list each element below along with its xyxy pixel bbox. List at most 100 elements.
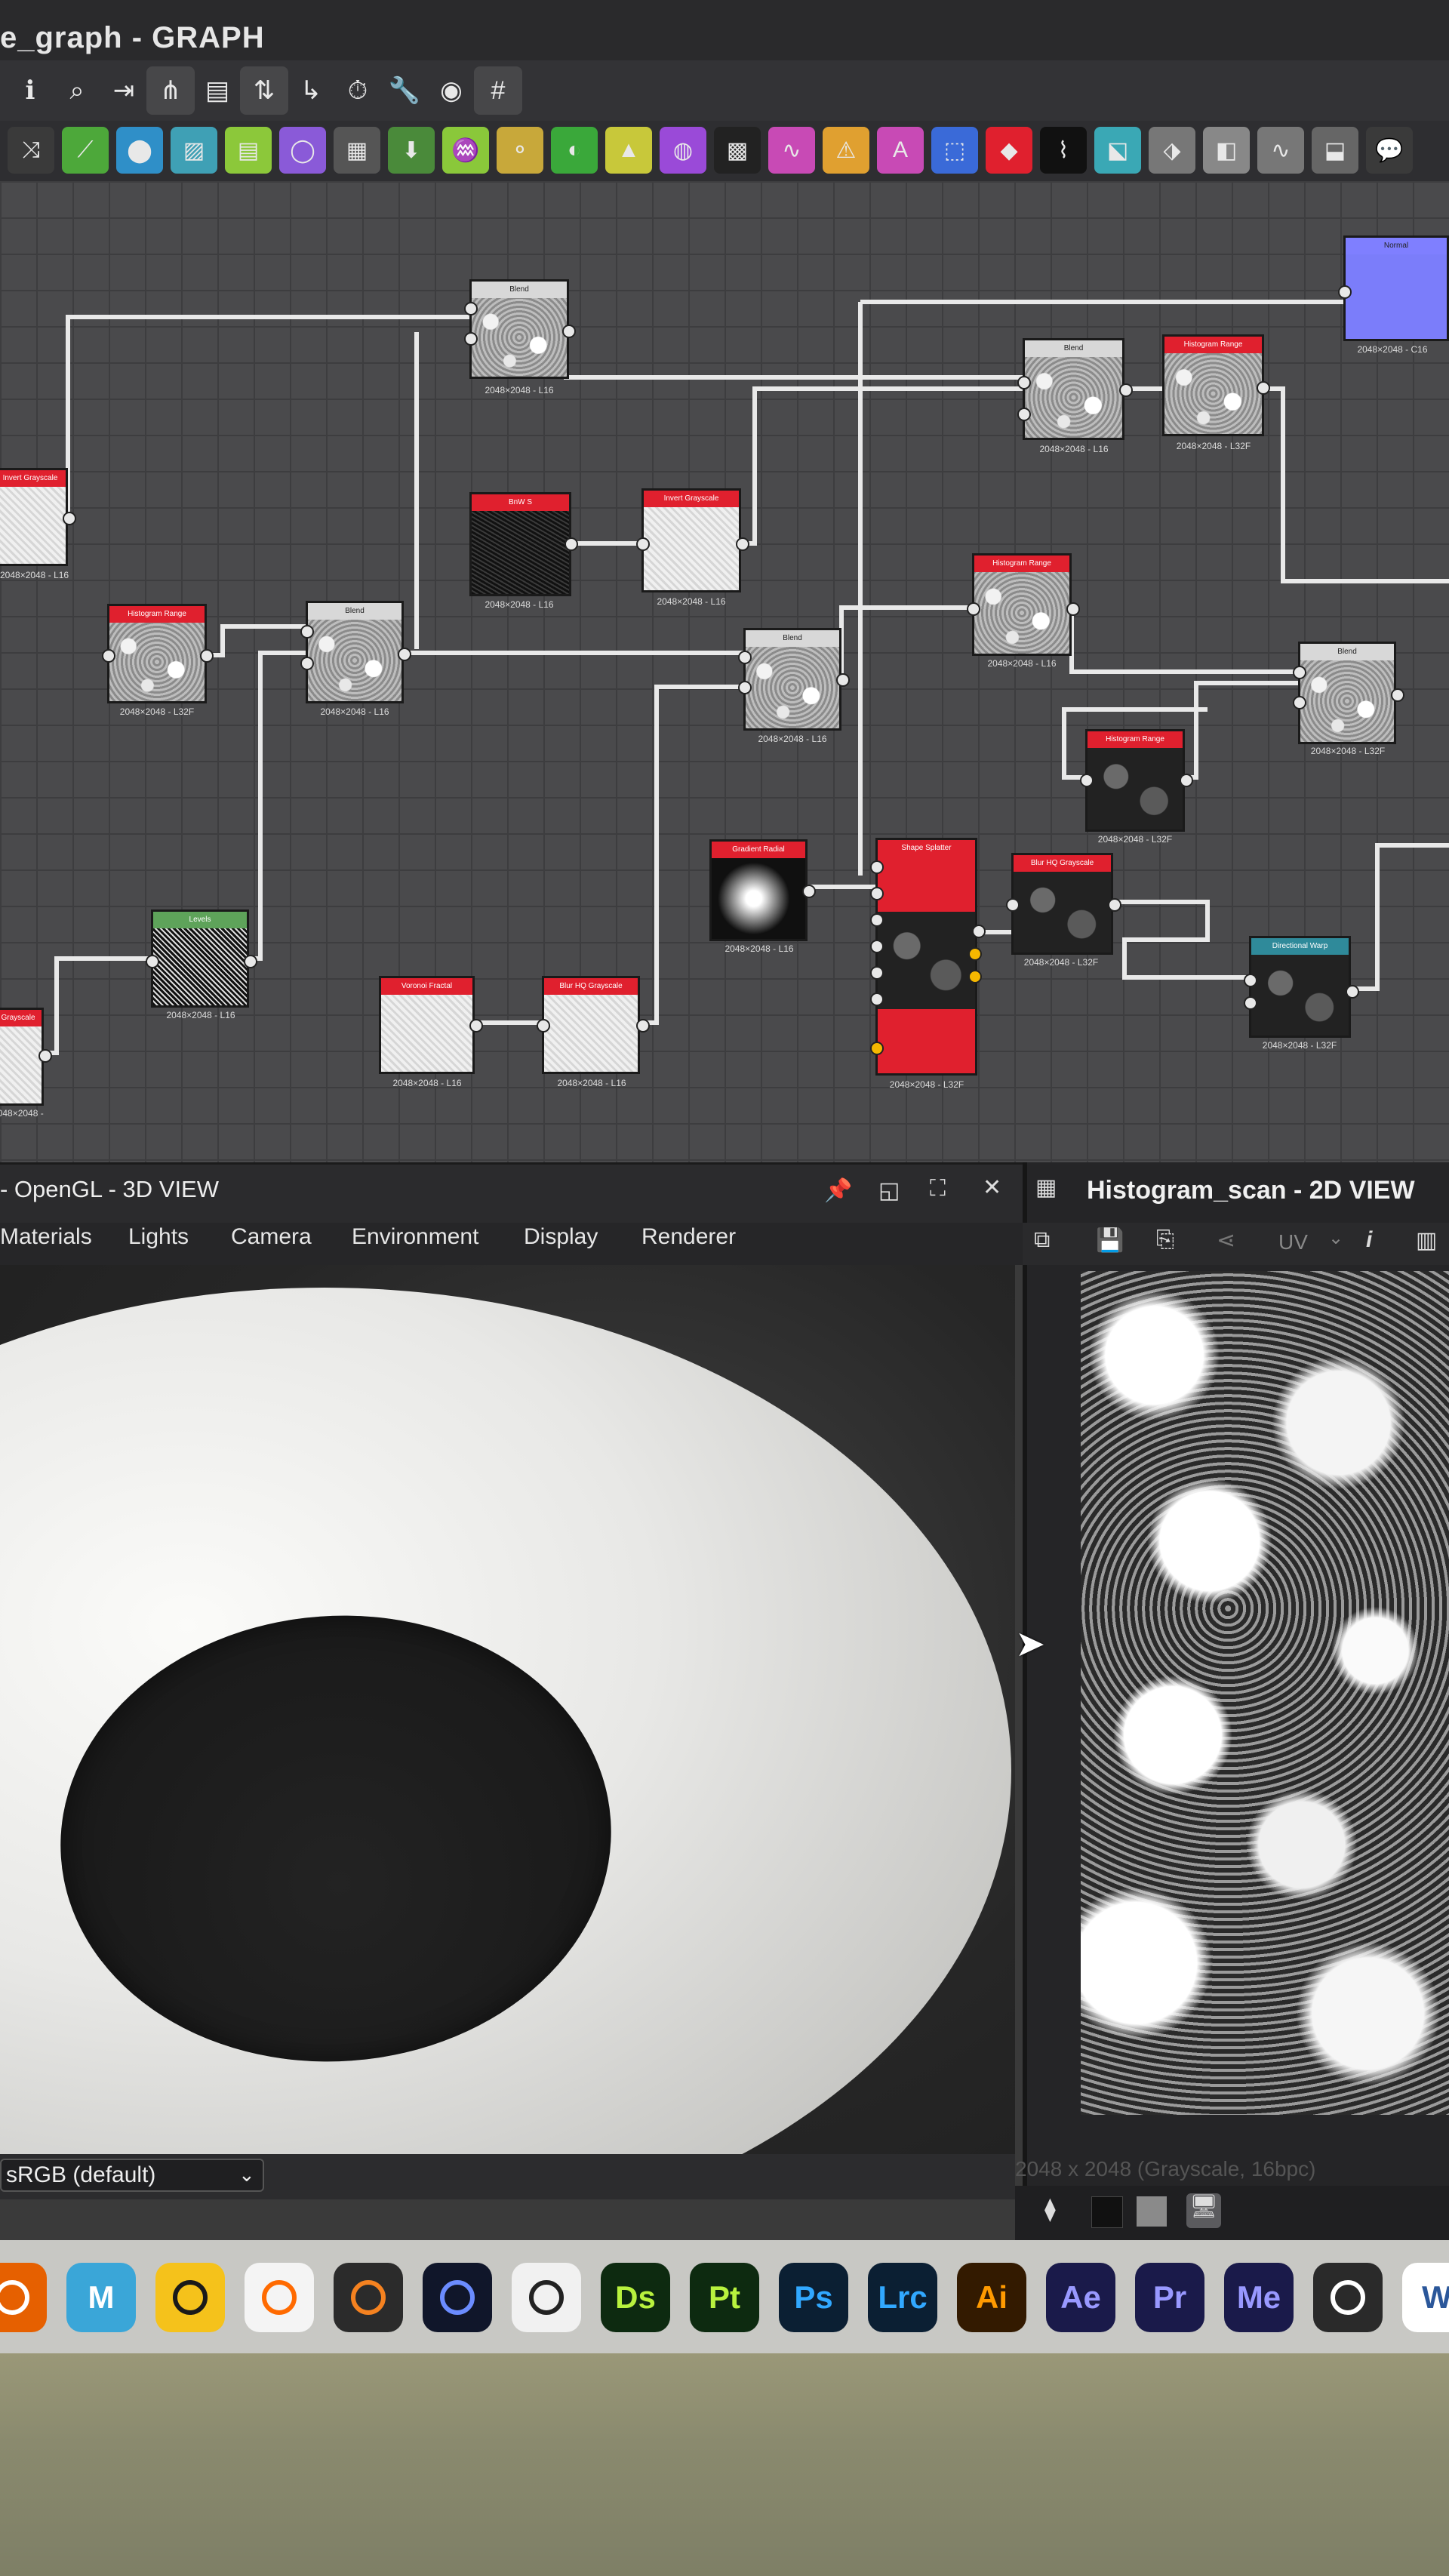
node-port[interactable] xyxy=(636,1019,650,1033)
info-icon[interactable]: i xyxy=(1366,1227,1372,1253)
display-icon[interactable]: ⧉ xyxy=(1034,1227,1050,1253)
node-port[interactable] xyxy=(972,925,986,938)
node-port[interactable] xyxy=(802,885,816,898)
graph-node[interactable]: Directional Warp xyxy=(1249,936,1351,1038)
premiere-icon[interactable]: Pr xyxy=(1135,2263,1204,2332)
uv-dropdown[interactable]: UV xyxy=(1278,1230,1308,1254)
align-icon[interactable]: ⇅ xyxy=(240,66,288,115)
node-port[interactable] xyxy=(636,537,650,551)
close-icon[interactable]: ✕ xyxy=(983,1174,1001,1201)
frame-icon[interactable]: ⇥ xyxy=(100,66,148,115)
graph-node[interactable]: Voronoi Fractal xyxy=(379,976,475,1074)
graph-node[interactable]: Histogram Range xyxy=(1085,729,1185,832)
painter-icon[interactable]: Pt xyxy=(690,2263,759,2332)
circle-icon[interactable]: ◯ xyxy=(279,127,326,174)
node-port[interactable] xyxy=(1066,602,1080,616)
triangle-icon[interactable]: ⚠ xyxy=(823,127,869,174)
node-port[interactable] xyxy=(1080,774,1094,787)
menu-lights[interactable]: Lights xyxy=(128,1224,189,1250)
graph-node[interactable]: Gradient Radial xyxy=(709,839,808,941)
monitor-icon[interactable]: 🖥 xyxy=(1186,2193,1221,2228)
node-port[interactable] xyxy=(736,537,749,551)
shuffle-icon[interactable]: ⤨ xyxy=(8,127,54,174)
zbrush-icon[interactable] xyxy=(512,2263,581,2332)
curve2-icon[interactable]: ∿ xyxy=(1257,127,1304,174)
text-icon[interactable]: A xyxy=(877,127,924,174)
graph-node[interactable]: Grayscale xyxy=(0,1008,44,1106)
value-icon[interactable]: ⌇ xyxy=(1040,127,1087,174)
cinema4d-icon[interactable] xyxy=(423,2263,492,2332)
contrast-icon[interactable]: ◐ xyxy=(551,127,598,174)
node-port[interactable] xyxy=(1346,985,1359,999)
graph-node[interactable]: Blur HQ Grayscale xyxy=(542,976,640,1074)
hue-icon[interactable]: ◍ xyxy=(660,127,706,174)
node-port[interactable] xyxy=(146,955,159,968)
node-port[interactable] xyxy=(870,1042,884,1055)
menu-environment[interactable]: Environment xyxy=(352,1224,478,1250)
lightroom-icon[interactable]: Lrc xyxy=(868,2263,937,2332)
node-port[interactable] xyxy=(469,1019,483,1033)
graph-node[interactable]: Shape Splatter xyxy=(875,838,977,1076)
illustrator-icon[interactable]: Ai xyxy=(957,2263,1026,2332)
node-port[interactable] xyxy=(1391,688,1404,702)
blend-icon[interactable]: ◧ xyxy=(1203,127,1250,174)
node-port[interactable] xyxy=(562,325,576,338)
node-port[interactable] xyxy=(836,673,850,687)
node-port[interactable] xyxy=(738,651,752,664)
photoshop-icon[interactable]: Ps xyxy=(779,2263,848,2332)
camera-icon[interactable]: ◉ xyxy=(427,66,475,115)
colorspace-select[interactable]: sRGB (default) xyxy=(0,2159,264,2192)
node-port[interactable] xyxy=(1108,898,1121,912)
black-bg-icon[interactable] xyxy=(1091,2196,1123,2228)
graph-node[interactable]: BnW S xyxy=(469,492,571,596)
copy-icon[interactable]: ⎘ xyxy=(1156,1227,1174,1253)
blur-icon[interactable]: ▲ xyxy=(605,127,652,174)
menu-camera[interactable]: Camera xyxy=(231,1224,312,1250)
grey-bg-icon[interactable] xyxy=(1137,2196,1167,2227)
node-port[interactable] xyxy=(300,657,314,670)
node-port[interactable] xyxy=(398,648,411,661)
node-port[interactable] xyxy=(244,955,257,968)
node-port[interactable] xyxy=(870,966,884,980)
node-port[interactable] xyxy=(537,1019,550,1033)
grid-icon[interactable]: ▦ xyxy=(334,127,380,174)
finalcut-icon[interactable] xyxy=(1313,2263,1383,2332)
maximize-icon[interactable]: ⛶ xyxy=(930,1176,946,1202)
node-port[interactable] xyxy=(464,302,478,315)
node-port[interactable] xyxy=(870,887,884,900)
graph-node[interactable]: Blend xyxy=(743,628,841,731)
graph-node[interactable]: Blur HQ Grayscale xyxy=(1011,853,1113,955)
nuke-icon[interactable] xyxy=(155,2263,225,2332)
menu-materials[interactable]: Materials xyxy=(0,1224,92,1250)
node-port[interactable] xyxy=(300,625,314,639)
aftereffects-icon[interactable]: Ae xyxy=(1046,2263,1115,2332)
graph-icon[interactable]: ⋔ xyxy=(146,66,195,115)
curve-icon[interactable]: ⟋ xyxy=(62,127,109,174)
checker-icon[interactable]: ▩ xyxy=(714,127,761,174)
comment2-icon[interactable]: 💬 xyxy=(1366,127,1413,174)
node-port[interactable] xyxy=(102,649,115,663)
graph-node[interactable]: Blend xyxy=(1298,642,1396,744)
transform-icon[interactable]: ⬚ xyxy=(931,127,978,174)
node-port[interactable] xyxy=(967,602,980,616)
graph-node[interactable]: Histogram Range xyxy=(107,604,207,703)
graph-node[interactable]: Levels xyxy=(151,909,249,1008)
search-icon[interactable]: ⌕ xyxy=(53,66,101,115)
node-port[interactable] xyxy=(38,1049,52,1063)
node-port[interactable] xyxy=(870,913,884,927)
import-icon[interactable]: ⬇ xyxy=(388,127,435,174)
menu-renderer[interactable]: Renderer xyxy=(641,1224,736,1250)
warp-icon[interactable]: ▨ xyxy=(171,127,217,174)
graph-node[interactable]: Histogram Range xyxy=(972,553,1072,656)
spline-icon[interactable]: ∿ xyxy=(768,127,815,174)
view3d-viewport[interactable] xyxy=(0,1265,1015,2182)
grid-snap-icon[interactable]: # xyxy=(474,66,522,115)
node-port[interactable] xyxy=(565,537,578,551)
shape-icon[interactable]: ⬗ xyxy=(1149,127,1195,174)
node-port[interactable] xyxy=(870,860,884,874)
watering-icon[interactable]: ♒ xyxy=(442,127,489,174)
graph-node[interactable]: Blend xyxy=(306,601,404,703)
timer-icon[interactable]: ⏱ xyxy=(334,66,382,115)
blender-icon[interactable] xyxy=(334,2263,403,2332)
graph-node[interactable]: Blend xyxy=(469,279,569,379)
